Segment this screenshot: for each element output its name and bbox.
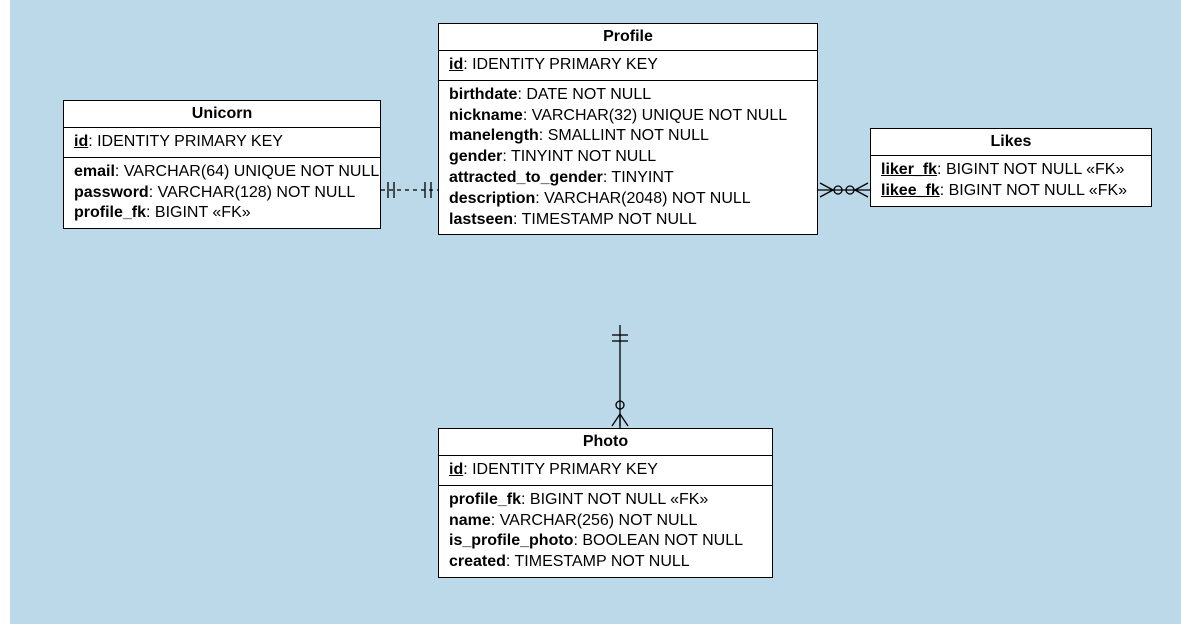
- field-name: description: [449, 190, 535, 207]
- field-type: : DATE NOT NULL: [517, 86, 651, 103]
- entity-title: Photo: [439, 429, 772, 456]
- attr-row: description: VARCHAR(2048) NOT NULL: [449, 189, 807, 210]
- attrs-section: liker_fk: BIGINT NOT NULL «FK» likee_fk:…: [871, 156, 1151, 206]
- field-name: birthdate: [449, 86, 517, 103]
- field-name: gender: [449, 148, 502, 165]
- attr-row: birthdate: DATE NOT NULL: [449, 85, 807, 106]
- entity-likes: Likes liker_fk: BIGINT NOT NULL «FK» lik…: [870, 128, 1152, 207]
- erd-canvas: Unicorn id: IDENTITY PRIMARY KEY email: …: [0, 0, 1191, 624]
- field-name: is_profile_photo: [449, 532, 573, 549]
- entity-title: Unicorn: [64, 101, 380, 128]
- attr-row: password: VARCHAR(128) NOT NULL: [74, 183, 370, 204]
- field-type: : IDENTITY PRIMARY KEY: [88, 133, 283, 150]
- attr-row: liker_fk: BIGINT NOT NULL «FK»: [881, 160, 1141, 181]
- entity-title: Profile: [439, 24, 817, 51]
- field-name: name: [449, 512, 491, 529]
- field-type: : IDENTITY PRIMARY KEY: [463, 461, 658, 478]
- field-name: password: [74, 184, 149, 201]
- field-type: : BIGINT «FK»: [146, 204, 251, 221]
- entity-photo: Photo id: IDENTITY PRIMARY KEY profile_f…: [438, 428, 773, 578]
- field-type: : VARCHAR(128) NOT NULL: [149, 184, 356, 201]
- field-type: : BIGINT NOT NULL «FK»: [521, 491, 708, 508]
- field-name: liker_fk: [881, 161, 937, 178]
- attr-row: nickname: VARCHAR(32) UNIQUE NOT NULL: [449, 106, 807, 127]
- field-type: : VARCHAR(2048) NOT NULL: [535, 190, 750, 207]
- attr-row: profile_fk: BIGINT «FK»: [74, 203, 370, 224]
- field-name: email: [74, 163, 115, 180]
- field-type: : VARCHAR(64) UNIQUE NOT NULL: [115, 163, 379, 180]
- field-type: : SMALLINT NOT NULL: [539, 127, 709, 144]
- field-name: profile_fk: [74, 204, 146, 221]
- pk-section: id: IDENTITY PRIMARY KEY: [439, 456, 772, 486]
- field-name: id: [449, 56, 463, 73]
- pk-row: id: IDENTITY PRIMARY KEY: [449, 460, 762, 481]
- attr-row: profile_fk: BIGINT NOT NULL «FK»: [449, 490, 762, 511]
- field-name: nickname: [449, 107, 523, 124]
- entity-title: Likes: [871, 129, 1151, 156]
- attr-row: created: TIMESTAMP NOT NULL: [449, 552, 762, 573]
- attrs-section: birthdate: DATE NOT NULL nickname: VARCH…: [439, 81, 817, 235]
- pk-row: id: IDENTITY PRIMARY KEY: [449, 55, 807, 76]
- attr-row: likee_fk: BIGINT NOT NULL «FK»: [881, 181, 1141, 202]
- attrs-section: email: VARCHAR(64) UNIQUE NOT NULL passw…: [64, 158, 380, 228]
- attr-row: manelength: SMALLINT NOT NULL: [449, 126, 807, 147]
- entity-unicorn: Unicorn id: IDENTITY PRIMARY KEY email: …: [63, 100, 381, 229]
- field-name: likee_fk: [881, 182, 940, 199]
- field-name: lastseen: [449, 211, 513, 228]
- field-type: : VARCHAR(32) UNIQUE NOT NULL: [523, 107, 787, 124]
- field-type: : BIGINT NOT NULL «FK»: [940, 182, 1127, 199]
- entity-profile: Profile id: IDENTITY PRIMARY KEY birthda…: [438, 23, 818, 235]
- attr-row: name: VARCHAR(256) NOT NULL: [449, 511, 762, 532]
- field-name: created: [449, 553, 506, 570]
- field-name: id: [74, 133, 88, 150]
- pk-row: id: IDENTITY PRIMARY KEY: [74, 132, 370, 153]
- attr-row: email: VARCHAR(64) UNIQUE NOT NULL: [74, 162, 370, 183]
- field-type: : TINYINT: [603, 169, 674, 186]
- attrs-section: profile_fk: BIGINT NOT NULL «FK» name: V…: [439, 486, 772, 577]
- field-type: : VARCHAR(256) NOT NULL: [491, 512, 698, 529]
- attr-row: lastseen: TIMESTAMP NOT NULL: [449, 210, 807, 231]
- field-type: : BOOLEAN NOT NULL: [573, 532, 743, 549]
- pk-section: id: IDENTITY PRIMARY KEY: [64, 128, 380, 158]
- field-name: profile_fk: [449, 491, 521, 508]
- field-type: : TIMESTAMP NOT NULL: [506, 553, 690, 570]
- field-name: id: [449, 461, 463, 478]
- field-name: attracted_to_gender: [449, 169, 603, 186]
- field-type: : TINYINT NOT NULL: [502, 148, 656, 165]
- field-type: : TIMESTAMP NOT NULL: [513, 211, 697, 228]
- field-type: : IDENTITY PRIMARY KEY: [463, 56, 658, 73]
- attr-row: attracted_to_gender: TINYINT: [449, 168, 807, 189]
- field-type: : BIGINT NOT NULL «FK»: [937, 161, 1124, 178]
- attr-row: gender: TINYINT NOT NULL: [449, 147, 807, 168]
- attr-row: is_profile_photo: BOOLEAN NOT NULL: [449, 531, 762, 552]
- pk-section: id: IDENTITY PRIMARY KEY: [439, 51, 817, 81]
- field-name: manelength: [449, 127, 539, 144]
